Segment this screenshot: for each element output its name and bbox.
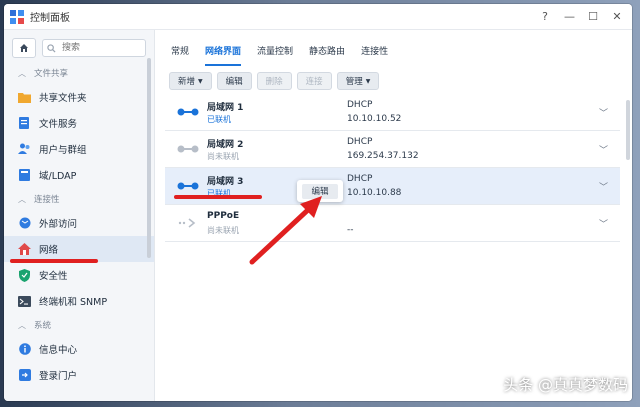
interface-row-lan1[interactable]: 局域网 1 已联机 DHCP 10.10.10.52 ﹀ <box>165 94 620 131</box>
search-icon <box>47 43 56 53</box>
maximize-icon[interactable]: ☐ <box>588 10 598 23</box>
sidebar-scrollbar[interactable] <box>147 58 151 258</box>
interface-ip: 10.10.10.88 <box>347 188 402 198</box>
home-button[interactable] <box>12 38 36 58</box>
manage-button[interactable]: 管理 ▼ <box>336 72 380 90</box>
interface-name: 局域网 2 <box>207 140 244 150</box>
title-bar: 控制面板 ? — ☐ ✕ <box>4 4 632 30</box>
chevron-up-icon: ︿ <box>18 68 26 78</box>
connect-button[interactable]: 连接 <box>296 72 332 90</box>
caret-down-icon: ▼ <box>365 77 371 85</box>
login-portal-icon <box>18 369 31 382</box>
chevron-up-icon: ︿ <box>18 194 26 204</box>
interface-list: 局域网 1 已联机 DHCP 10.10.10.52 ﹀ 局域网 2 尚未联机 … <box>165 94 620 242</box>
chevron-down-icon[interactable]: ﹀ <box>599 217 608 230</box>
globe-icon <box>18 217 31 230</box>
sidebar-item-terminal-snmp[interactable]: 终端机和 SNMP <box>4 288 154 314</box>
chevron-down-icon[interactable]: ﹀ <box>599 143 608 156</box>
chevron-down-icon[interactable]: ﹀ <box>599 106 608 119</box>
lan-connected-icon <box>171 181 205 191</box>
interface-status: 尚未联机 <box>207 226 239 235</box>
main-panel: 常规 网络界面 流量控制 静态路由 连接性 新增 ▼ 编辑 删除 连接 管理 ▼ 局… <box>155 30 632 401</box>
search-box[interactable] <box>42 39 146 57</box>
lan-connected-icon <box>171 107 205 117</box>
section-system[interactable]: ︿ 系统 <box>4 314 154 336</box>
interface-row-pppoe[interactable]: PPPoE 尚未联机 -- ﹀ <box>165 205 620 242</box>
edit-button[interactable]: 编辑 <box>216 72 252 90</box>
interface-ip: 10.10.10.52 <box>347 114 402 124</box>
interface-ip: 169.254.37.132 <box>347 151 419 161</box>
sidebar-item-domain-ldap[interactable]: 域/LDAP <box>4 162 154 188</box>
interface-name: 局域网 3 <box>207 177 244 187</box>
file-services-icon <box>18 116 31 130</box>
sidebar-item-users[interactable]: 用户与群组 <box>4 136 154 162</box>
info-icon <box>18 343 31 356</box>
shield-icon <box>18 268 31 282</box>
tab-static-route[interactable]: 静态路由 <box>309 44 345 60</box>
tab-bar: 常规 网络界面 流量控制 静态路由 连接性 <box>155 30 632 66</box>
tab-general[interactable]: 常规 <box>171 44 189 60</box>
domain-icon <box>18 169 31 182</box>
pppoe-icon <box>171 218 205 228</box>
sidebar-item-login-portal[interactable]: 登录门户 <box>4 362 154 388</box>
interface-mode: DHCP <box>347 100 373 110</box>
chevron-down-icon[interactable]: ﹀ <box>599 180 608 193</box>
help-icon[interactable]: ? <box>540 10 550 23</box>
window-title: 控制面板 <box>30 13 70 24</box>
section-file-sharing[interactable]: ︿ 文件共享 <box>4 62 154 84</box>
create-button[interactable]: 新增 ▼ <box>169 72 212 90</box>
sidebar-item-file-services[interactable]: 文件服务 <box>4 110 154 136</box>
interface-name: 局域网 1 <box>207 103 244 113</box>
folder-icon <box>18 91 31 104</box>
close-icon[interactable]: ✕ <box>612 10 622 23</box>
home-icon <box>20 44 28 52</box>
lan-disconnected-icon <box>171 144 205 154</box>
search-input[interactable] <box>60 42 134 54</box>
chevron-up-icon: ︿ <box>18 320 26 330</box>
terminal-icon <box>18 295 31 308</box>
control-panel-app-icon <box>10 9 24 24</box>
annotation-arrow <box>249 196 322 265</box>
interface-row-lan2[interactable]: 局域网 2 尚未联机 DHCP 169.254.37.132 ﹀ <box>165 131 620 168</box>
interface-status: 已联机 <box>207 115 231 124</box>
interface-mode: DHCP <box>347 174 373 184</box>
sidebar-item-security[interactable]: 安全性 <box>4 262 154 288</box>
interface-ip: -- <box>347 225 354 235</box>
sidebar-item-external-access[interactable]: 外部访问 <box>4 210 154 236</box>
delete-button[interactable]: 删除 <box>256 72 292 90</box>
section-connectivity[interactable]: ︿ 连接性 <box>4 188 154 210</box>
minimize-icon[interactable]: — <box>564 10 575 23</box>
watermark: 头条 @真真梦数码 <box>503 376 628 394</box>
users-icon <box>18 143 31 156</box>
caret-down-icon: ▼ <box>198 77 203 85</box>
interface-name: PPPoE <box>207 211 240 221</box>
sidebar-item-info-center[interactable]: 信息中心 <box>4 336 154 362</box>
main-scrollbar[interactable] <box>626 100 630 160</box>
tab-network-interface[interactable]: 网络界面 <box>205 44 242 66</box>
network-icon <box>18 243 31 256</box>
tab-connectivity[interactable]: 连接性 <box>361 44 388 60</box>
annotation-underline-network <box>10 259 98 263</box>
sidebar-item-shared-folder[interactable]: 共享文件夹 <box>4 84 154 110</box>
interface-status: 尚未联机 <box>207 152 239 161</box>
tab-traffic-control[interactable]: 流量控制 <box>257 44 293 60</box>
interface-row-lan3[interactable]: 局域网 3 已联机 DHCP 10.10.10.88 ﹀ <box>165 168 620 205</box>
sidebar: ︿ 文件共享 共享文件夹 文件服务 用户与群组 域/LDAP ︿ 连接性 外部访… <box>4 30 155 401</box>
interface-mode: DHCP <box>347 137 373 147</box>
